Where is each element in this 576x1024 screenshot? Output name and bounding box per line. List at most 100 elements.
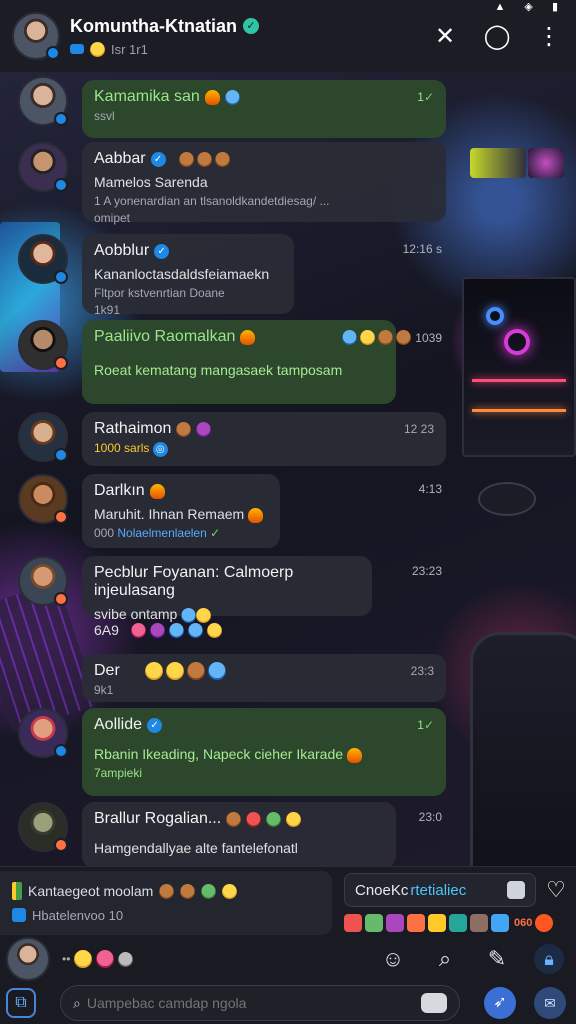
- sender-avatar[interactable]: [18, 142, 68, 192]
- header-actions: ✕ ◯ ⋮: [430, 21, 564, 51]
- fire-emoji-icon: [204, 89, 220, 105]
- message-text: Hamgendallyae alte fantelefonatl: [94, 840, 298, 856]
- message-bubble[interactable]: Brallur Rogalian... Hamgendallyae alte f…: [82, 802, 396, 867]
- message-time: 23:0: [418, 810, 442, 824]
- message-time: 1✓: [417, 90, 434, 104]
- edit-icon[interactable]: ✎: [482, 944, 512, 974]
- reactions[interactable]: 6A9: [94, 622, 222, 638]
- message-time: 1✓: [417, 718, 434, 732]
- sender-avatar[interactable]: [18, 474, 68, 524]
- sender-name: Brallur Rogalian...: [94, 810, 384, 828]
- sticker-icon[interactable]: [365, 914, 383, 932]
- message-meta: omipet: [94, 211, 131, 225]
- message-text: Kananloctasdaldsfeiamaekn: [94, 266, 270, 282]
- input-row: ⧉ ⌕ ➶ ✉: [0, 983, 576, 1023]
- online-badge: [46, 46, 60, 60]
- flag-icon: [12, 882, 22, 900]
- app-icon: [12, 908, 26, 922]
- attach-icon[interactable]: ⧉: [6, 988, 36, 1018]
- message-row: Darlkın Maruhit. Ihnan Remaem 000 Nolael…: [0, 474, 460, 548]
- sender-avatar[interactable]: [18, 76, 68, 126]
- sticker-icon[interactable]: [386, 914, 404, 932]
- message-link[interactable]: Nolaelmenlaelen: [117, 526, 206, 540]
- sticker-icon[interactable]: [428, 914, 446, 932]
- message-bubble[interactable]: Der 9k1 23:3: [82, 654, 446, 702]
- reactions[interactable]: [342, 330, 412, 345]
- message-time: 1039: [334, 330, 442, 345]
- mouse-decoration: [478, 482, 536, 516]
- heart-icon[interactable]: ♡: [542, 876, 570, 904]
- members-icon: [70, 44, 84, 54]
- send-icon[interactable]: ➶: [484, 987, 516, 1019]
- sticker-icon[interactable]: [344, 914, 362, 932]
- message-bubble[interactable]: Rathaimon 1000 sarls ◎ 12 23: [82, 412, 446, 466]
- sender-avatar[interactable]: [18, 320, 68, 370]
- sticker-icon[interactable]: [449, 914, 467, 932]
- sender-avatar[interactable]: [18, 234, 68, 284]
- fire-emoji-icon: [240, 329, 256, 345]
- quick-reactions[interactable]: ••: [62, 950, 134, 968]
- reply-preview-card[interactable]: Kantaegeot moolam Hbatelenvoo 10: [0, 871, 332, 935]
- sender-avatar[interactable]: [18, 412, 68, 462]
- lock-icon[interactable]: 🔒︎: [534, 944, 564, 974]
- search-icon[interactable]: ⌕: [430, 944, 460, 974]
- sender-name: Darlkın: [94, 482, 268, 500]
- message-time: 4:13: [418, 482, 442, 496]
- reactions[interactable]: [178, 151, 230, 167]
- group-avatar[interactable]: [12, 12, 60, 60]
- wallpaper-thumb: [470, 148, 526, 178]
- message-row: Brallur Rogalian... Hamgendallyae alte f…: [0, 802, 460, 867]
- mail-icon[interactable]: ✉: [534, 987, 566, 1019]
- message-bubble[interactable]: Aabbar ✓ Mamelos Sarenda 1 A yonenardian…: [82, 142, 446, 225]
- emoji-reaction-icon[interactable]: ☺: [378, 944, 408, 974]
- sticker-strip[interactable]: 060: [344, 911, 570, 935]
- message-input[interactable]: [86, 995, 421, 1011]
- check-field[interactable]: CnoeKc rtetialiec: [344, 873, 536, 907]
- mic-icon[interactable]: [421, 993, 447, 1013]
- message-bubble[interactable]: Pecblur Foyanan: Calmoerp injeulasang sv…: [82, 556, 372, 623]
- message-meta: 1k91: [94, 303, 121, 317]
- message-input-wrap[interactable]: ⌕: [60, 985, 460, 1021]
- message-meta: 9k1: [94, 683, 114, 697]
- chat-title-text: Komuntha-Ktnatian: [70, 15, 237, 36]
- verified-icon: ✓: [242, 18, 259, 34]
- message-row: Aobblur ✓ Kananloctasdaldsfeiamaekn Fltp…: [0, 234, 460, 317]
- sticker-icon[interactable]: [491, 914, 509, 932]
- tool-row: •• ☺ ⌕ ✎ 🔒︎: [0, 937, 576, 981]
- wallpaper-thumb: [528, 148, 564, 178]
- message-bubble[interactable]: Aollide ✓ Rbanin Ikeading, Napeck cieher…: [82, 708, 446, 796]
- my-avatar[interactable]: [6, 937, 50, 981]
- message-bubble[interactable]: Kamamika san ssvl 1✓: [82, 80, 446, 138]
- sender-avatar[interactable]: [18, 802, 68, 852]
- verified-badge-icon: ✓: [154, 243, 170, 259]
- message-time: 23:3: [410, 664, 434, 678]
- more-vert-icon[interactable]: ⋮: [534, 21, 564, 51]
- sender-name: Der: [94, 662, 434, 680]
- sender-avatar[interactable]: [18, 556, 68, 606]
- message-time: 12:16 s: [402, 242, 442, 256]
- chat-bubble-icon[interactable]: ◯: [482, 21, 512, 51]
- message-row: Aabbar ✓ Mamelos Sarenda 1 A yonenardian…: [0, 142, 460, 225]
- chair-decoration: [470, 632, 576, 892]
- message-row: Rathaimon 1000 sarls ◎ 12 23: [0, 412, 460, 466]
- sender-name: Aollide ✓: [94, 716, 434, 734]
- smile-emoji-icon: [90, 41, 105, 57]
- header-title-area[interactable]: Komuntha-Ktnatian ✓ Isr 1r1: [70, 16, 430, 57]
- message-bubble[interactable]: Darlkın Maruhit. Ihnan Remaem 000 Nolael…: [82, 474, 280, 548]
- sender-avatar[interactable]: [18, 708, 68, 758]
- sticker-icon[interactable]: [470, 914, 488, 932]
- message-subtext: 1 A yonenardian an tlsanoldkandetdiesag/…: [94, 194, 330, 208]
- sticker-icon[interactable]: [407, 914, 425, 932]
- close-icon[interactable]: ✕: [430, 21, 460, 51]
- preview-subtitle: Hbatelenvoo 10: [12, 903, 320, 927]
- message-bubble[interactable]: Aobblur ✓ Kananloctasdaldsfeiamaekn Fltp…: [82, 234, 294, 317]
- chat-header: Komuntha-Ktnatian ✓ Isr 1r1 ✕ ◯ ⋮: [0, 0, 576, 72]
- sticker-icon[interactable]: [535, 914, 554, 932]
- message-text: Mamelos Sarenda: [94, 174, 208, 190]
- search-icon: ⌕: [73, 994, 81, 1011]
- message-list[interactable]: Kamamika san ssvl 1✓ Aabbar ✓ Mamelos Sa…: [0, 72, 460, 867]
- message-text: Roeat kematang mangasaek tamposam: [94, 362, 343, 378]
- message-text: Rbanin Ikeading, Napeck cieher Ikarade: [94, 746, 434, 763]
- sender-name: Kamamika san: [94, 88, 434, 106]
- preview-title: Kantaegeot moolam: [12, 879, 320, 903]
